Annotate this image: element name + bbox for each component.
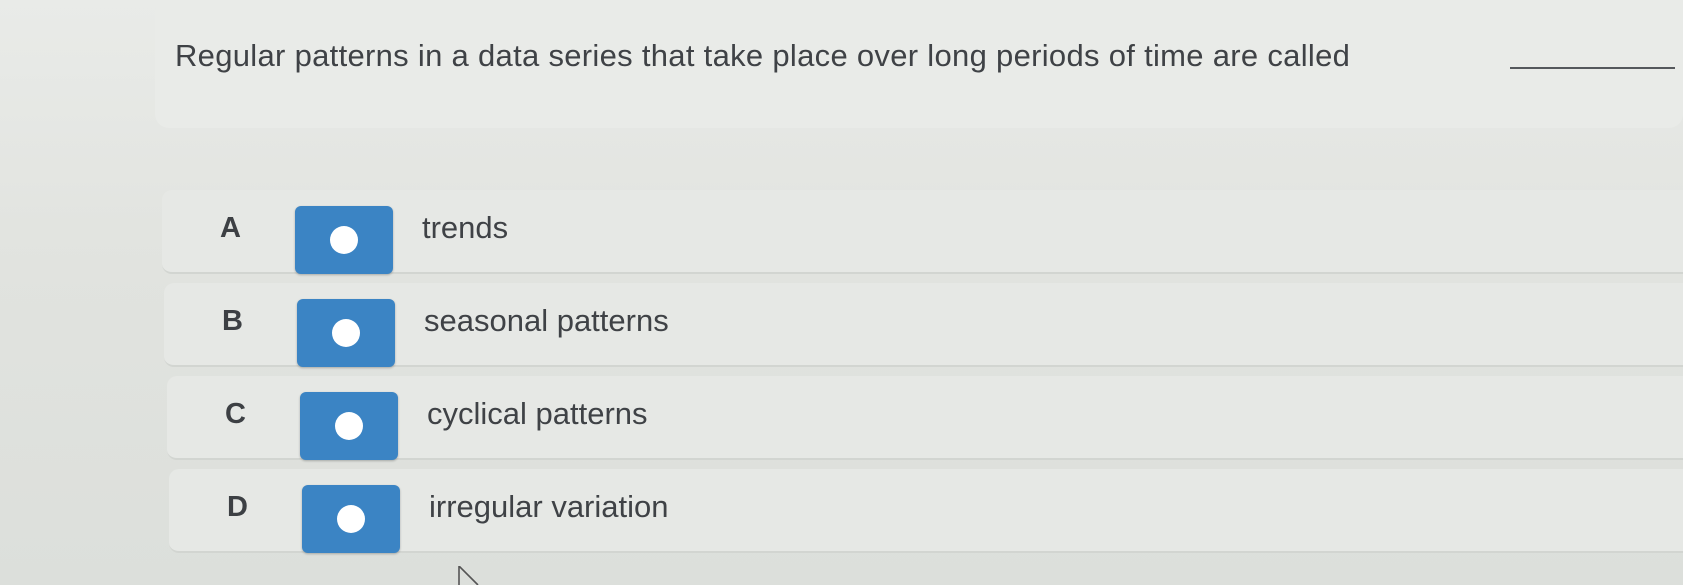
option-letter: A — [220, 212, 241, 244]
radio-circle-icon — [330, 226, 358, 254]
option-label: trends — [422, 210, 509, 245]
radio-circle-icon — [335, 412, 363, 440]
option-label: irregular variation — [429, 489, 669, 524]
radio-button-b[interactable] — [297, 299, 395, 367]
radio-circle-icon — [332, 319, 360, 347]
option-label: cyclical patterns — [427, 396, 648, 431]
radio-button-a[interactable] — [295, 206, 393, 274]
answer-options: A trends B seasonal patterns C cyclical … — [162, 190, 1683, 562]
quiz-page: Regular patterns in a data series that t… — [0, 0, 1683, 585]
radio-button-c[interactable] — [300, 392, 398, 460]
question-text: Regular patterns in a data series that t… — [175, 38, 1351, 73]
option-a[interactable]: A trends — [162, 190, 1683, 274]
answer-blank — [1510, 67, 1675, 69]
option-label: seasonal patterns — [424, 303, 669, 338]
option-b[interactable]: B seasonal patterns — [164, 283, 1683, 367]
radio-button-d[interactable] — [302, 485, 400, 553]
radio-circle-icon — [337, 505, 365, 533]
option-letter: D — [227, 491, 248, 523]
option-letter: C — [225, 398, 246, 430]
option-d[interactable]: D irregular variation — [169, 469, 1683, 553]
option-letter: B — [222, 305, 243, 337]
option-c[interactable]: C cyclical patterns — [167, 376, 1683, 460]
